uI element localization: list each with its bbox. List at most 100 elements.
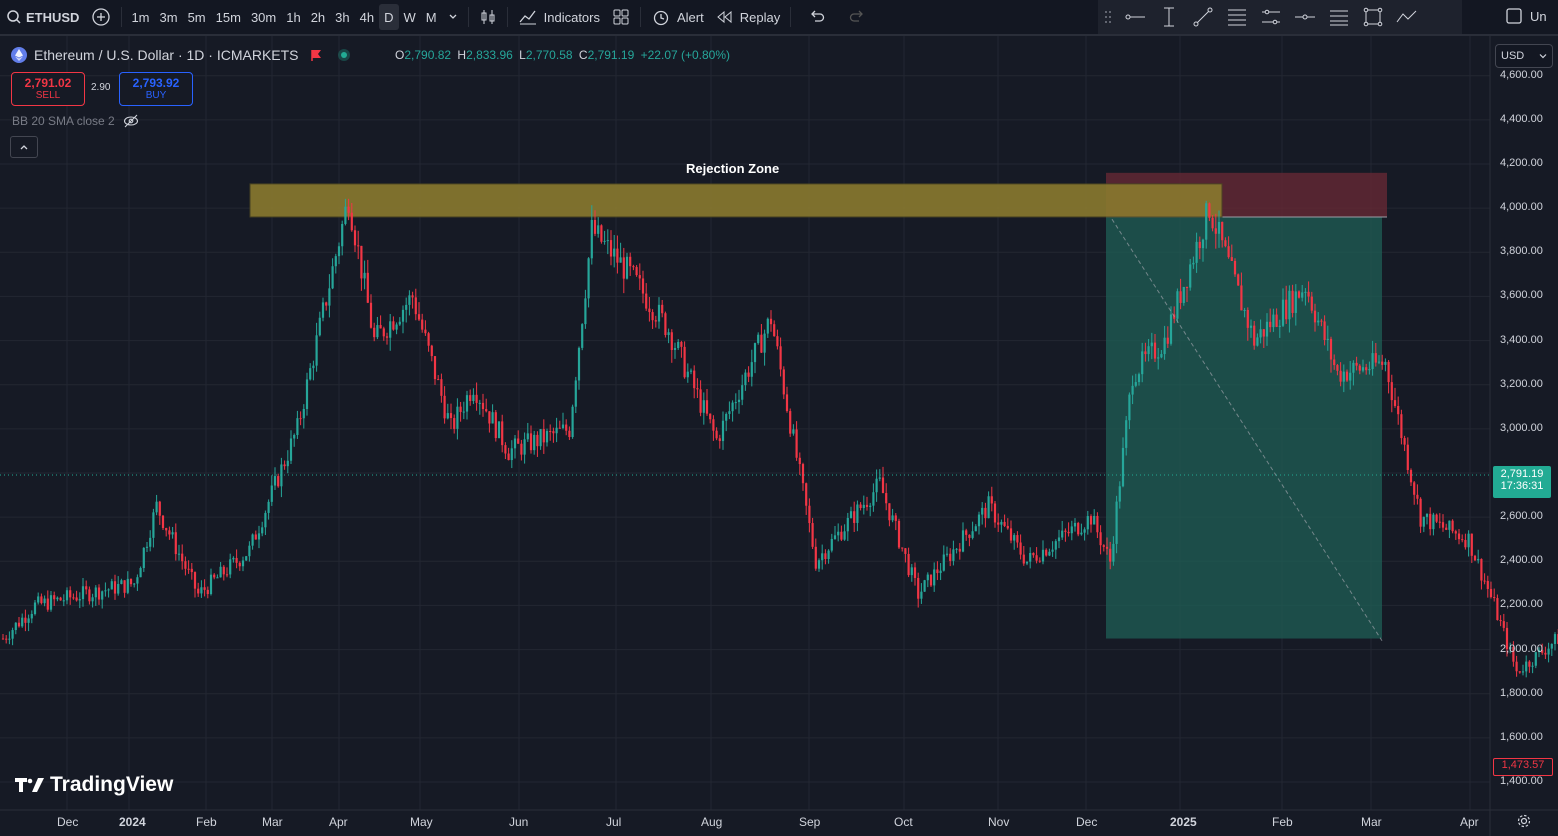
candle-body <box>328 288 331 306</box>
candle-body <box>1179 291 1182 303</box>
candle-body <box>91 597 94 602</box>
redo-button[interactable] <box>839 0 875 34</box>
buy-button[interactable]: 2,793.92 BUY <box>119 72 193 106</box>
time-axis-label: Oct <box>894 815 913 829</box>
timeframe-dropdown[interactable] <box>442 0 464 34</box>
candle-body <box>507 453 510 461</box>
candle-body <box>1054 541 1057 550</box>
sell-button[interactable]: 2,791.02 SELL <box>11 72 85 106</box>
candle-body <box>1221 221 1224 241</box>
candle-body <box>1035 555 1038 561</box>
horizontal-line-tool[interactable] <box>1288 0 1322 34</box>
symbol-title[interactable]: Ethereum / U.S. Dollar · 1D · ICMARKETS <box>34 47 299 63</box>
price-chart[interactable] <box>0 36 1558 836</box>
candle-body <box>1406 444 1409 471</box>
chart-type-button[interactable] <box>473 0 503 34</box>
candle-body <box>117 583 120 594</box>
candle-body <box>907 553 910 576</box>
alert-button[interactable]: Alert <box>645 0 710 34</box>
timeframe-15m-button[interactable]: 15m <box>211 0 246 34</box>
timeframe-5m-button[interactable]: 5m <box>183 0 211 34</box>
pitchfork-tool[interactable] <box>1322 0 1356 34</box>
timeframe-3h-button[interactable]: 3h <box>330 0 354 34</box>
candle-body <box>1310 296 1313 311</box>
candle-body <box>645 293 648 309</box>
rectangle-tool[interactable] <box>1356 0 1390 34</box>
lines-icon <box>1330 10 1348 26</box>
candle-body <box>734 402 737 404</box>
parallel-channel-tool[interactable] <box>1254 0 1288 34</box>
candle-body <box>952 549 955 561</box>
timeframe-3m-button[interactable]: 3m <box>155 0 183 34</box>
timeframe-w-button[interactable]: W <box>399 0 421 34</box>
eye-off-icon[interactable] <box>123 114 139 128</box>
vertical-line-tool[interactable] <box>1152 0 1186 34</box>
candle-body <box>62 600 65 602</box>
candle-body <box>853 511 856 523</box>
price-axis-label: 3,000.00 <box>1500 421 1543 434</box>
flag-icon[interactable] <box>309 48 323 62</box>
timeframe-d-button[interactable]: D <box>379 4 399 30</box>
candle-body <box>302 408 305 419</box>
indicator-legend[interactable]: BB 20 SMA close 2 <box>12 114 139 128</box>
candle-body <box>257 533 261 540</box>
horizontal-ray-tool[interactable] <box>1118 0 1152 34</box>
candle-body <box>1355 362 1358 366</box>
candle-body <box>53 595 56 600</box>
timeframe-30m-button[interactable]: 30m <box>246 0 281 34</box>
undo-button[interactable] <box>795 0 839 34</box>
replay-button[interactable]: Replay <box>710 0 786 34</box>
candle-body <box>1461 539 1464 541</box>
candle-body <box>712 419 715 431</box>
candle-body <box>1281 299 1285 326</box>
candle-body <box>142 547 145 569</box>
account-area[interactable]: Un <box>1505 7 1547 25</box>
divider <box>467 7 469 27</box>
symbol-search[interactable]: ETHUSD <box>0 0 85 34</box>
candle-body <box>1496 598 1499 620</box>
candle-body <box>481 402 485 410</box>
collapse-legend-button[interactable] <box>10 136 38 158</box>
trend-line-tool[interactable] <box>1186 0 1220 34</box>
price-axis-label: 2,400.00 <box>1500 554 1543 567</box>
indicators-button[interactable]: Indicators <box>512 0 606 34</box>
timeframe-2h-button[interactable]: 2h <box>306 0 330 34</box>
candle-body <box>795 429 798 458</box>
price-axis-label: 2,600.00 <box>1500 510 1543 523</box>
candle-body <box>1448 520 1451 530</box>
compare-button[interactable] <box>85 0 117 34</box>
currency-select[interactable]: USD <box>1495 44 1553 68</box>
layouts-button[interactable] <box>606 0 636 34</box>
path-tool[interactable] <box>1390 0 1424 34</box>
candle-body <box>789 411 792 434</box>
candle-body <box>526 433 529 440</box>
chart-settings-button[interactable] <box>1516 813 1532 834</box>
price-axis-label: 1,400.00 <box>1500 775 1543 787</box>
candle-body <box>597 225 600 234</box>
candle-body <box>1361 367 1365 371</box>
timeframe-1m-button[interactable]: 1m <box>126 0 154 34</box>
tradingview-logo[interactable]: TradingView <box>14 773 173 797</box>
rejection-zone-label[interactable]: Rejection Zone <box>686 161 779 176</box>
fib-tool[interactable] <box>1220 0 1254 34</box>
candle-body <box>1464 539 1467 548</box>
timeframe-1h-button[interactable]: 1h <box>281 0 305 34</box>
polyline-icon <box>1396 10 1417 23</box>
candle-body <box>661 304 664 314</box>
candle-body <box>888 503 891 521</box>
candle-body <box>545 431 549 443</box>
candle-body <box>337 246 341 257</box>
candle-body <box>1115 501 1118 544</box>
candle-body <box>405 304 408 310</box>
candle-body <box>421 319 424 330</box>
timeframe-m-button[interactable]: M <box>421 0 442 34</box>
candle-body <box>894 515 897 521</box>
candle-body <box>849 511 853 518</box>
candle-body <box>465 395 469 412</box>
candle-body <box>968 534 971 538</box>
candle-body <box>373 327 376 338</box>
drag-handle[interactable] <box>1098 0 1118 34</box>
candle-body <box>686 371 689 378</box>
timeframe-4h-button[interactable]: 4h <box>355 0 379 34</box>
candle-body <box>485 409 488 412</box>
